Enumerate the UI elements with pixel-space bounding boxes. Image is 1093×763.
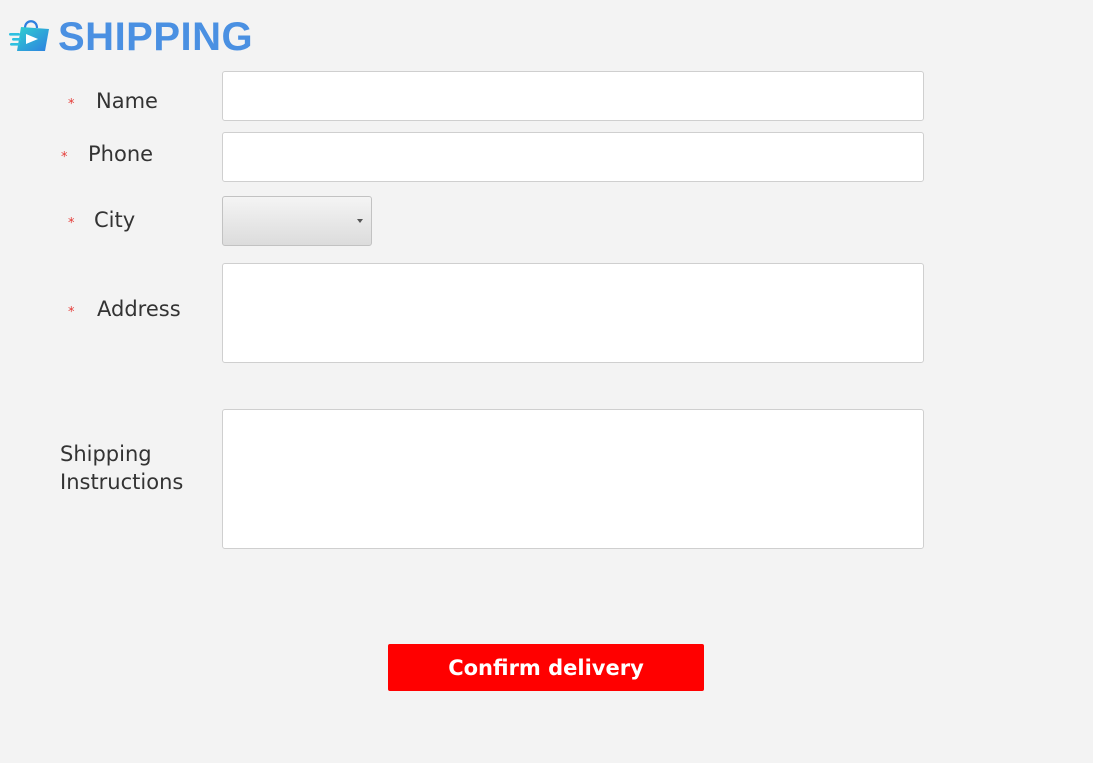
name-label: Name: [96, 89, 158, 113]
phone-label: Phone: [88, 142, 154, 166]
confirm-delivery-button[interactable]: Confirm delivery: [388, 644, 704, 691]
caret-down-icon: [357, 219, 363, 223]
city-select[interactable]: [222, 196, 372, 246]
address-label: Address: [97, 297, 181, 321]
city-label: City: [94, 208, 136, 232]
required-marker: *: [61, 150, 68, 165]
shipping-instructions-textarea[interactable]: [222, 409, 924, 549]
shipping-instructions-label: Shipping Instructions: [60, 442, 184, 494]
page-title: SHIPPING: [58, 15, 254, 59]
page-header: SHIPPING: [8, 14, 253, 60]
required-marker: *: [68, 216, 75, 231]
shopping-bag-arrow-icon: [9, 20, 49, 51]
required-marker: *: [68, 97, 75, 112]
phone-input[interactable]: [222, 132, 924, 182]
name-input[interactable]: [222, 71, 924, 121]
address-textarea[interactable]: [222, 263, 924, 363]
required-marker: *: [68, 305, 75, 320]
